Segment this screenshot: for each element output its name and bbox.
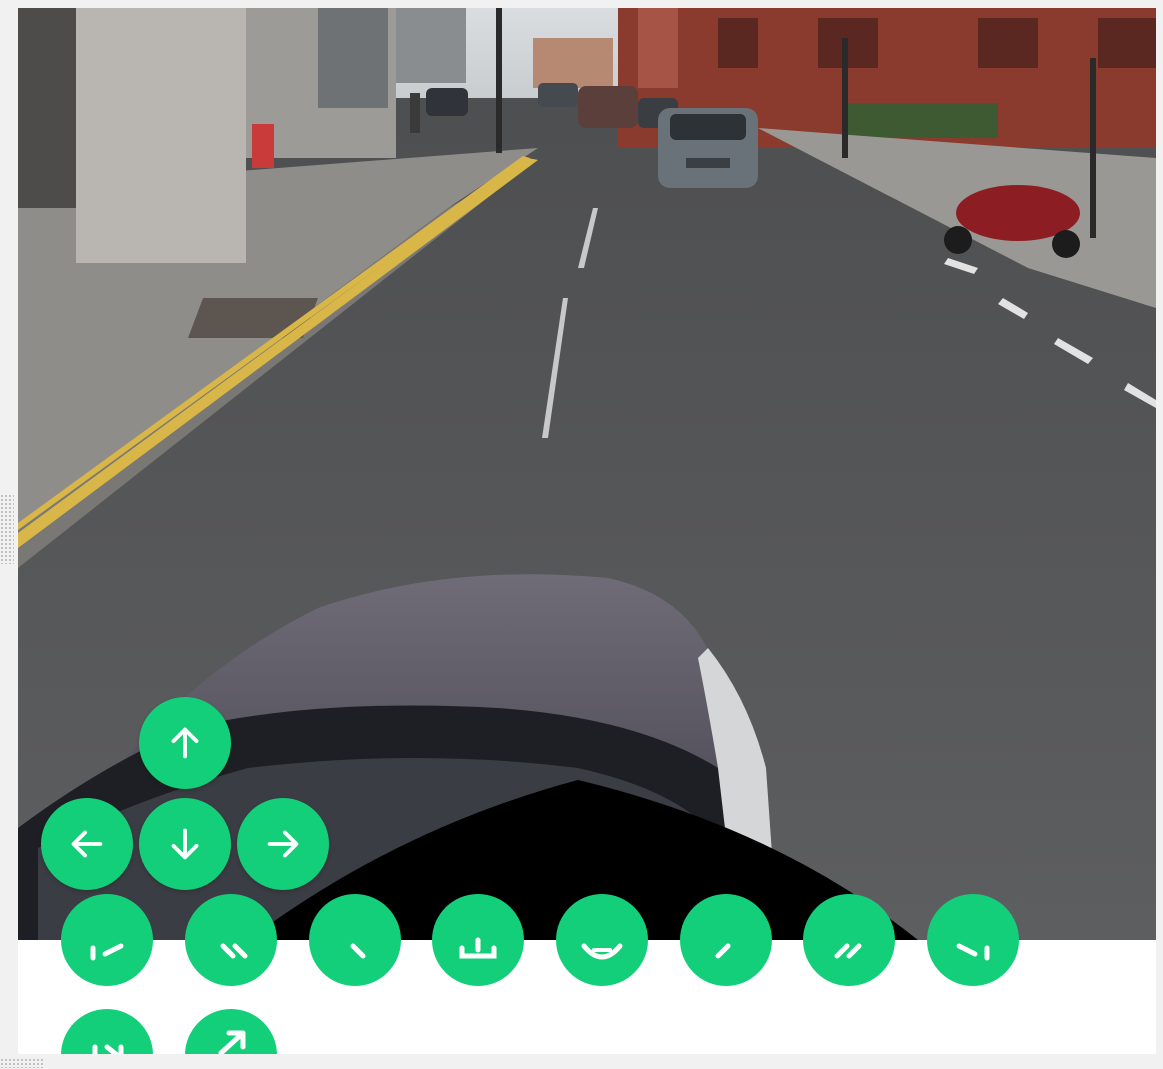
arrow-right-icon — [267, 830, 299, 858]
move-up-button[interactable] — [139, 697, 231, 789]
move-right-button[interactable] — [237, 798, 329, 890]
download-icon — [459, 937, 497, 959]
arrow-up-icon — [171, 727, 199, 759]
next-icon — [715, 943, 731, 959]
previous-icon — [350, 943, 366, 959]
download-button[interactable] — [432, 894, 524, 986]
skip-to-start-button[interactable] — [61, 894, 153, 986]
previous-button[interactable] — [309, 894, 401, 986]
fast-forward-icon — [834, 943, 862, 959]
rewind-button[interactable] — [185, 894, 277, 986]
skip-next-button[interactable] — [61, 1009, 153, 1054]
panel-resize-handle[interactable] — [0, 494, 14, 564]
skip-to-end-icon — [956, 943, 990, 961]
skip-to-start-icon — [90, 943, 124, 961]
street-view-panel — [18, 8, 1156, 1054]
center-view-button[interactable] — [556, 894, 648, 986]
rewind-icon — [220, 943, 248, 959]
center-view-icon — [581, 943, 623, 960]
fast-forward-button[interactable] — [803, 894, 895, 986]
arrow-down-icon — [171, 828, 199, 860]
skip-next-icon — [92, 1044, 124, 1054]
move-left-button[interactable] — [41, 798, 133, 890]
open-external-button[interactable] — [185, 1009, 277, 1054]
panel-resize-corner[interactable] — [0, 1058, 44, 1068]
next-button[interactable] — [680, 894, 772, 986]
open-external-icon — [218, 1030, 246, 1054]
skip-to-end-button[interactable] — [927, 894, 1019, 986]
move-down-button[interactable] — [139, 798, 231, 890]
arrow-left-icon — [71, 830, 103, 858]
